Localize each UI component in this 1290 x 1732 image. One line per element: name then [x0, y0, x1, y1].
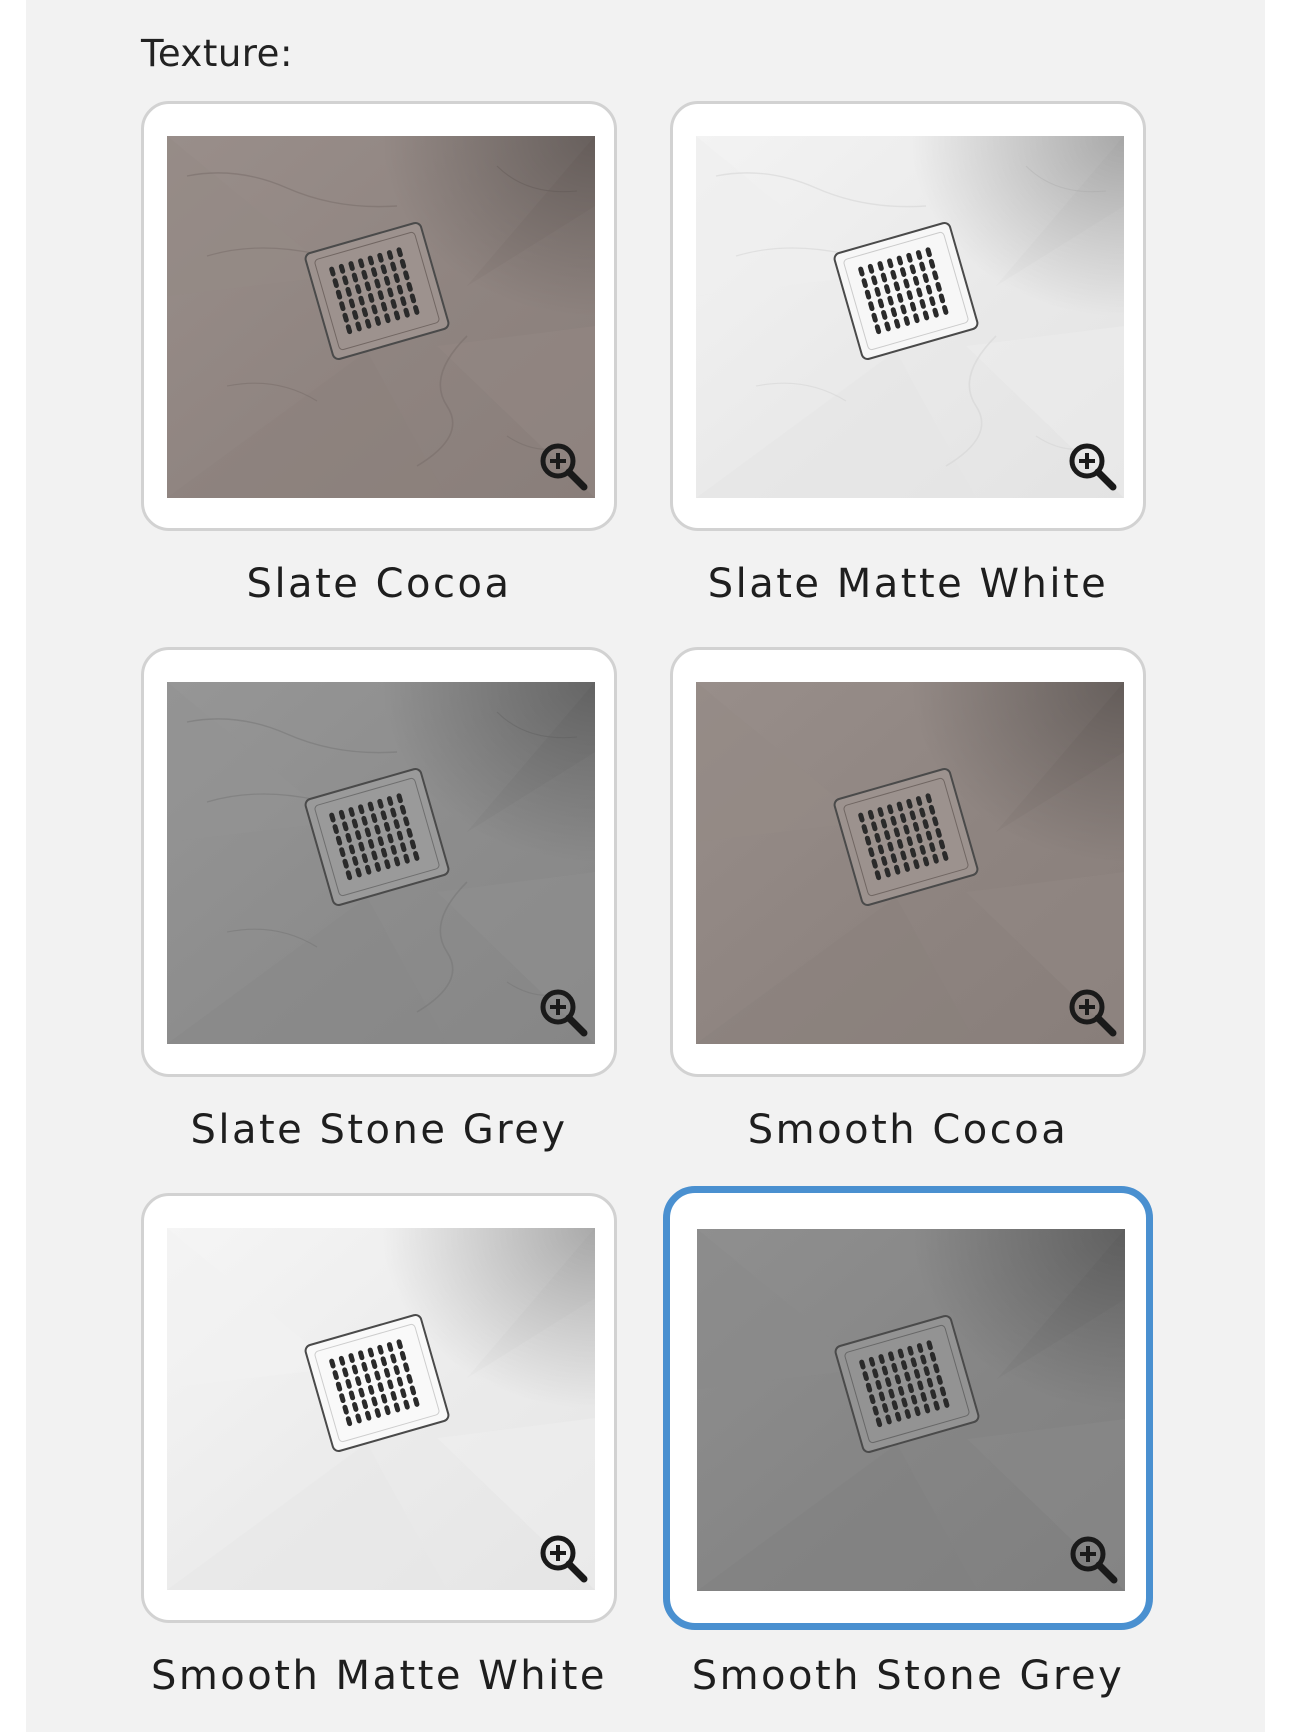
- shower-tray-image: [696, 136, 1124, 498]
- shower-tray-image: [167, 682, 595, 1044]
- texture-label: Texture:: [141, 32, 293, 75]
- texture-thumbnail[interactable]: [697, 1229, 1125, 1591]
- texture-card[interactable]: [141, 647, 617, 1077]
- texture-thumbnail[interactable]: [167, 136, 595, 498]
- texture-panel: Texture: Slate Cocoa Slate Matte White S…: [26, 0, 1265, 1732]
- texture-option-smooth-stone-grey[interactable]: Smooth Stone Grey: [663, 1186, 1153, 1699]
- texture-card-selected[interactable]: [663, 1186, 1153, 1630]
- texture-name: Smooth Cocoa: [747, 1107, 1069, 1153]
- texture-card[interactable]: [670, 647, 1146, 1077]
- texture-thumbnail[interactable]: [696, 136, 1124, 498]
- texture-card[interactable]: [141, 101, 617, 531]
- zoom-in-icon[interactable]: [537, 440, 591, 494]
- texture-card[interactable]: [141, 1193, 617, 1623]
- zoom-in-icon[interactable]: [1066, 986, 1120, 1040]
- texture-card[interactable]: [670, 101, 1146, 531]
- zoom-in-icon[interactable]: [537, 1532, 591, 1586]
- texture-thumbnail[interactable]: [696, 682, 1124, 1044]
- texture-name: Smooth Stone Grey: [691, 1653, 1125, 1699]
- texture-name: Slate Stone Grey: [190, 1107, 568, 1153]
- zoom-in-icon[interactable]: [1067, 1533, 1121, 1587]
- shower-tray-image: [167, 1228, 595, 1590]
- zoom-in-icon[interactable]: [1066, 440, 1120, 494]
- texture-option-smooth-cocoa[interactable]: Smooth Cocoa: [670, 647, 1146, 1153]
- texture-thumbnail[interactable]: [167, 682, 595, 1044]
- texture-option-smooth-matte-white[interactable]: Smooth Matte White: [141, 1193, 617, 1699]
- texture-option-slate-stone-grey[interactable]: Slate Stone Grey: [141, 647, 617, 1153]
- texture-option-slate-matte-white[interactable]: Slate Matte White: [670, 101, 1146, 607]
- shower-tray-image: [696, 682, 1124, 1044]
- texture-name: Slate Cocoa: [246, 561, 512, 607]
- shower-tray-image: [167, 136, 595, 498]
- texture-option-slate-cocoa[interactable]: Slate Cocoa: [141, 101, 617, 607]
- texture-name: Slate Matte White: [707, 561, 1109, 607]
- texture-thumbnail[interactable]: [167, 1228, 595, 1590]
- shower-tray-image: [697, 1229, 1125, 1591]
- texture-name: Smooth Matte White: [150, 1653, 608, 1699]
- zoom-in-icon[interactable]: [537, 986, 591, 1040]
